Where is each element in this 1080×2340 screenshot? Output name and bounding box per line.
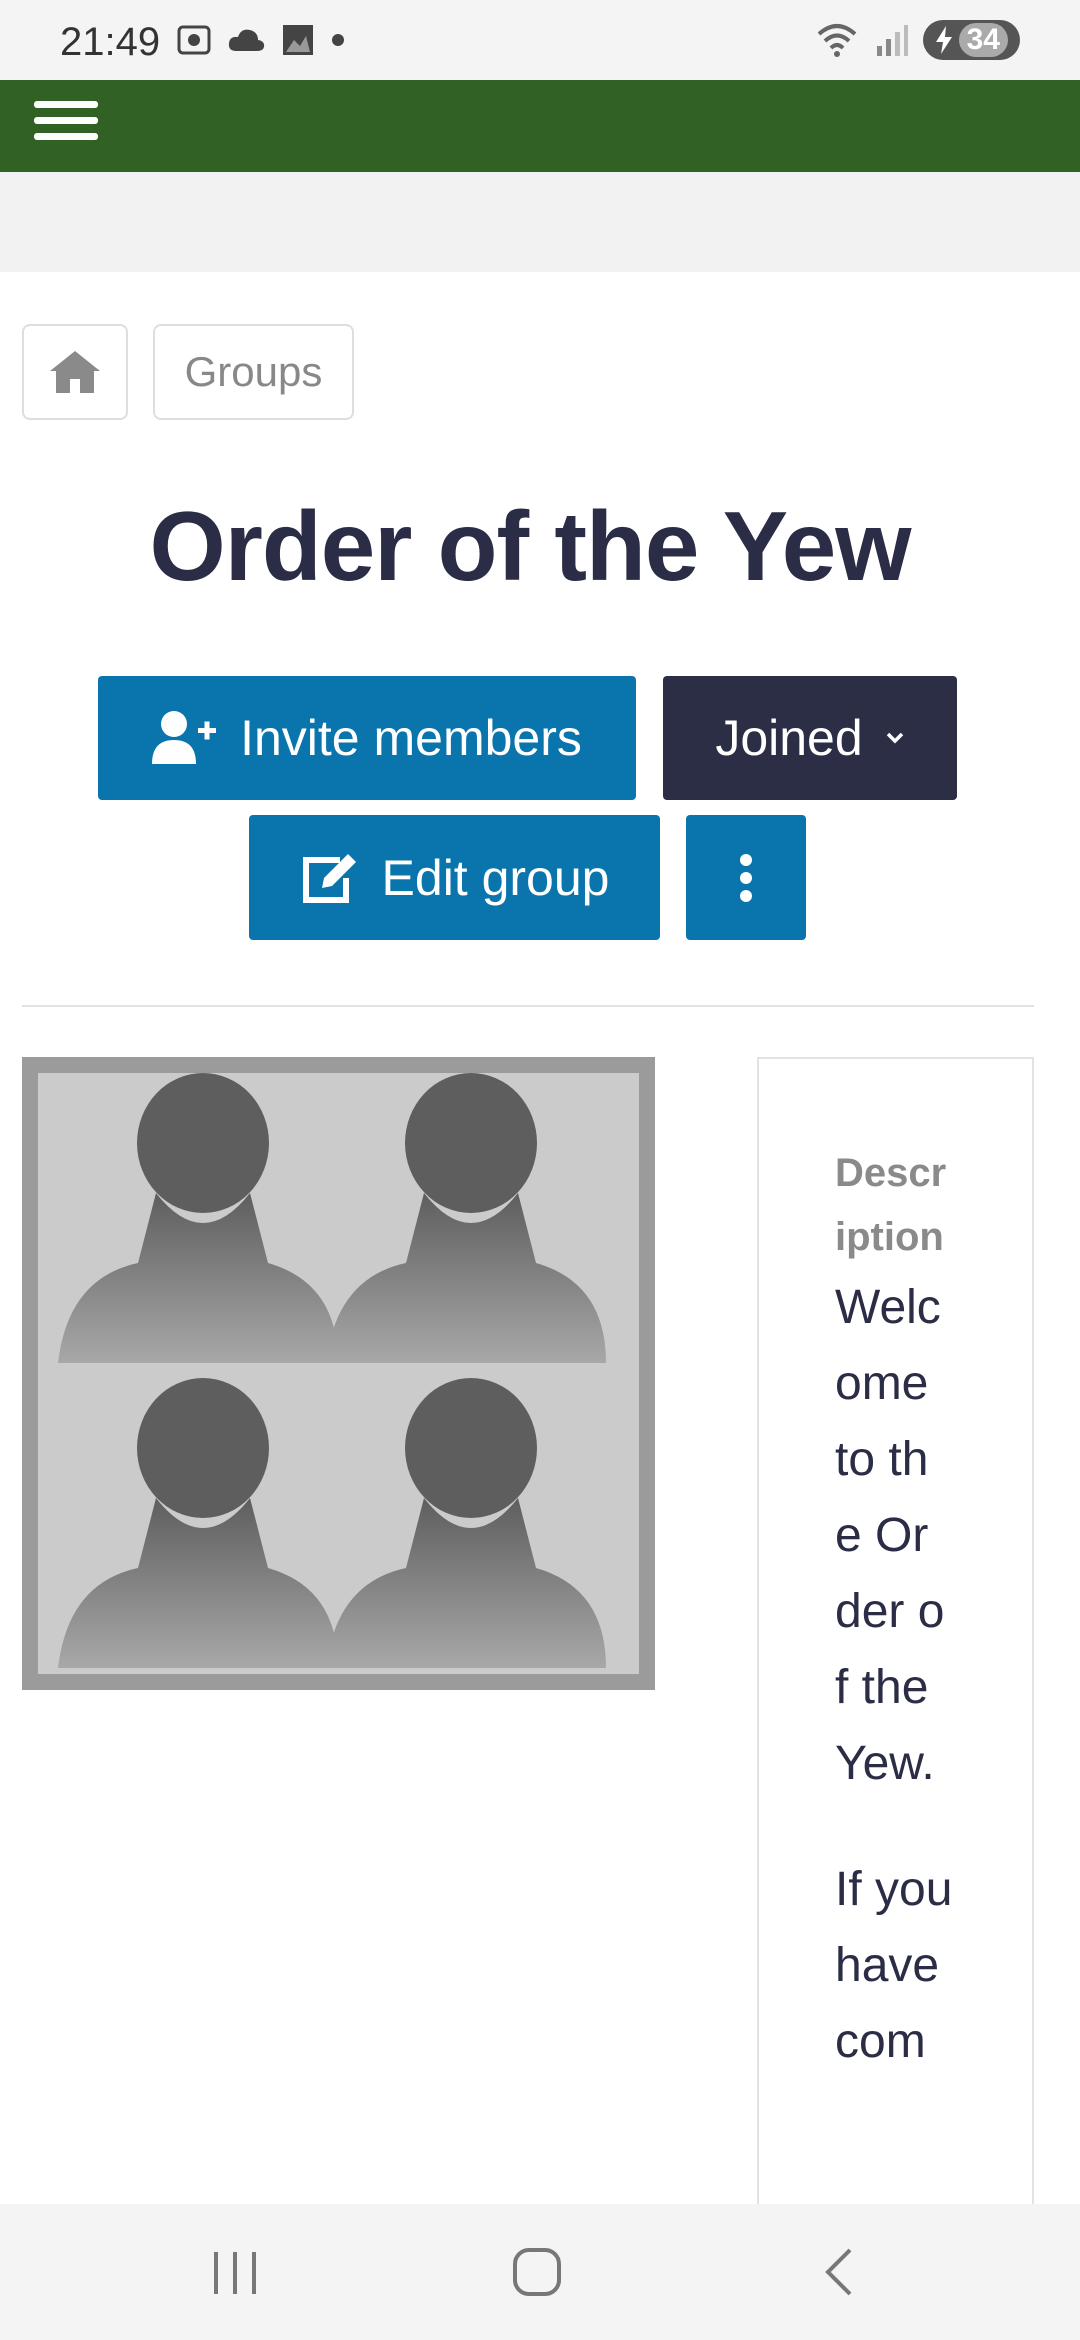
top-nav-bar — [0, 80, 1080, 172]
header-band — [0, 172, 1080, 272]
back-icon[interactable] — [820, 2244, 860, 2300]
battery-level: 34 — [958, 23, 1008, 57]
page-title: Order of the Yew — [149, 491, 912, 601]
image-icon — [283, 25, 313, 55]
more-options-button[interactable] — [686, 815, 806, 940]
edit-icon — [302, 853, 356, 903]
invite-members-button[interactable]: Invite members — [98, 676, 636, 800]
cloud-icon — [228, 29, 265, 51]
recent-apps-icon[interactable] — [210, 2244, 260, 2300]
invite-members-label: Invite members — [240, 710, 582, 766]
wifi-icon — [817, 24, 856, 57]
description-paragraph: Welcome to the Order of the Yew. — [835, 1281, 945, 1790]
signal-icon — [876, 25, 908, 56]
status-time: 21:49 — [60, 20, 161, 64]
status-bar: 21:49 34 — [0, 0, 1080, 80]
group-avatar-image — [22, 1057, 655, 1690]
status-icons-left — [176, 22, 346, 58]
battery-indicator: 34 — [922, 20, 1020, 60]
description-label: Description — [835, 1151, 947, 1259]
screenshot-icon — [177, 25, 211, 55]
home-nav-icon[interactable] — [510, 2244, 566, 2300]
dot-icon — [332, 34, 344, 46]
description-paragraph: If you have com — [835, 1863, 953, 2068]
description-card: Description Welcome to the Order of the … — [757, 1057, 1034, 2297]
description-text: Welcome to the Order of the Yew. If you … — [835, 1270, 955, 2130]
status-icons-right: 34 — [815, 20, 1020, 60]
breadcrumb-home[interactable] — [22, 324, 128, 420]
home-icon — [50, 351, 100, 393]
chevron-down-icon — [886, 732, 903, 744]
edit-group-label: Edit group — [381, 849, 610, 906]
add-user-icon — [152, 711, 217, 764]
edit-group-button[interactable]: Edit group — [249, 815, 660, 940]
section-divider — [22, 1005, 1034, 1007]
breadcrumb-groups[interactable]: Groups — [153, 324, 354, 420]
system-navigation-bar — [0, 2204, 1080, 2340]
menu-icon[interactable] — [34, 92, 98, 156]
vertical-ellipsis-icon — [740, 853, 752, 902]
charging-bolt-icon — [935, 26, 952, 54]
joined-dropdown-button[interactable]: Joined — [663, 676, 957, 800]
joined-label: Joined — [715, 710, 863, 766]
